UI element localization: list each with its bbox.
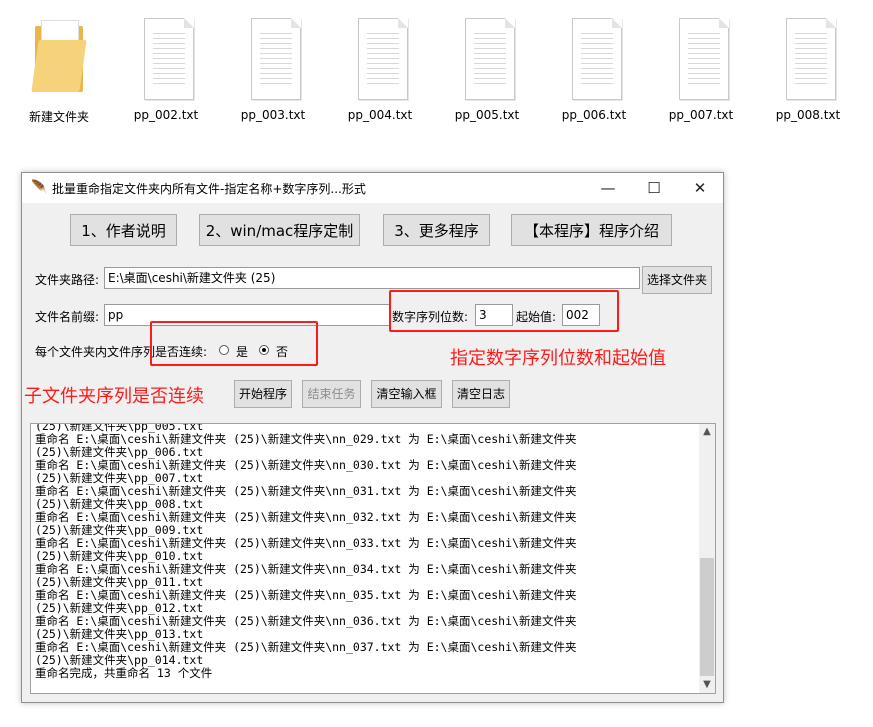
text-file-icon <box>673 16 729 100</box>
minimize-button[interactable]: — <box>585 173 631 203</box>
log-content: (25)\新建文件夹\pp_005.txt 重命名 E:\桌面\ceshi\新建文… <box>35 424 697 680</box>
text-file-icon <box>138 16 194 100</box>
more-programs-button[interactable]: 3、更多程序 <box>383 214 490 246</box>
app-window: 🪶 批量重命指定文件夹内所有文件-指定名称+数字序列...形式 — ☐ ✕ 1、… <box>21 172 724 703</box>
title-bar[interactable]: 🪶 批量重命指定文件夹内所有文件-指定名称+数字序列...形式 — ☐ ✕ <box>22 173 723 203</box>
log-scrollbar[interactable]: ▲ ▼ <box>699 424 715 693</box>
log-textarea[interactable]: (25)\新建文件夹\pp_005.txt 重命名 E:\桌面\ceshi\新建文… <box>30 423 716 694</box>
text-file-icon <box>780 16 836 100</box>
desktop-icon-label: pp_008.txt <box>775 108 841 122</box>
desktop-icon-label: pp_003.txt <box>240 108 306 122</box>
desktop-icon-label: pp_007.txt <box>668 108 734 122</box>
close-button[interactable]: ✕ <box>677 173 723 203</box>
clear-input-button[interactable]: 清空输入框 <box>371 380 442 408</box>
desktop-icon-file[interactable]: pp_006.txt <box>549 14 639 124</box>
desktop-icon-file[interactable]: pp_005.txt <box>442 14 532 124</box>
scroll-thumb[interactable] <box>700 558 714 676</box>
desktop-icon-file[interactable]: pp_007.txt <box>656 14 746 124</box>
desktop-icon-label: pp_002.txt <box>133 108 199 122</box>
desktop-icon-label: pp_006.txt <box>561 108 627 122</box>
stop-button[interactable]: 结束任务 <box>302 380 361 408</box>
desktop-icon-file[interactable]: pp_008.txt <box>763 14 853 124</box>
desktop-icon-label: pp_004.txt <box>347 108 413 122</box>
scroll-down-icon[interactable]: ▼ <box>699 677 715 693</box>
text-file-icon <box>352 16 408 100</box>
author-info-button[interactable]: 1、作者说明 <box>70 214 177 246</box>
desktop-icon-file[interactable]: pp_002.txt <box>121 14 211 124</box>
folder-path-label: 文件夹路径: <box>35 273 100 287</box>
window-title: 批量重命指定文件夹内所有文件-指定名称+数字序列...形式 <box>52 182 366 196</box>
continuous-highlight-box <box>150 321 318 366</box>
clear-log-button[interactable]: 清空日志 <box>452 380 510 408</box>
choose-folder-button[interactable]: 选择文件夹 <box>642 266 712 294</box>
start-button[interactable]: 开始程序 <box>234 380 292 408</box>
desktop-icon-folder[interactable]: 新建文件夹 <box>14 14 104 124</box>
text-file-icon <box>566 16 622 100</box>
program-intro-button[interactable]: 【本程序】程序介绍 <box>511 214 672 246</box>
desktop-icon-file[interactable]: pp_004.txt <box>335 14 425 124</box>
subfolder-annotation: 子文件夹序列是否连续 <box>24 386 204 407</box>
scroll-up-icon[interactable]: ▲ <box>699 424 715 440</box>
desktop-icon-label: pp_005.txt <box>454 108 520 122</box>
text-file-icon <box>245 16 301 100</box>
folder-icon <box>31 16 87 100</box>
log-line: 重命名完成，共重命名 13 个文件 <box>35 666 213 680</box>
prefix-label: 文件名前缀: <box>35 310 100 324</box>
digits-annotation: 指定数字序列位数和起始值 <box>450 348 666 369</box>
maximize-button[interactable]: ☐ <box>631 173 677 203</box>
feather-icon: 🪶 <box>31 180 48 195</box>
digits-highlight-box <box>389 290 619 332</box>
custom-program-button[interactable]: 2、win/mac程序定制 <box>199 214 360 246</box>
folder-path-input[interactable]: E:\桌面\ceshi\新建文件夹 (25) <box>104 267 640 289</box>
text-file-icon <box>459 16 515 100</box>
desktop-icon-file[interactable]: pp_003.txt <box>228 14 318 124</box>
desktop-icon-label: 新建文件夹 <box>28 110 89 124</box>
